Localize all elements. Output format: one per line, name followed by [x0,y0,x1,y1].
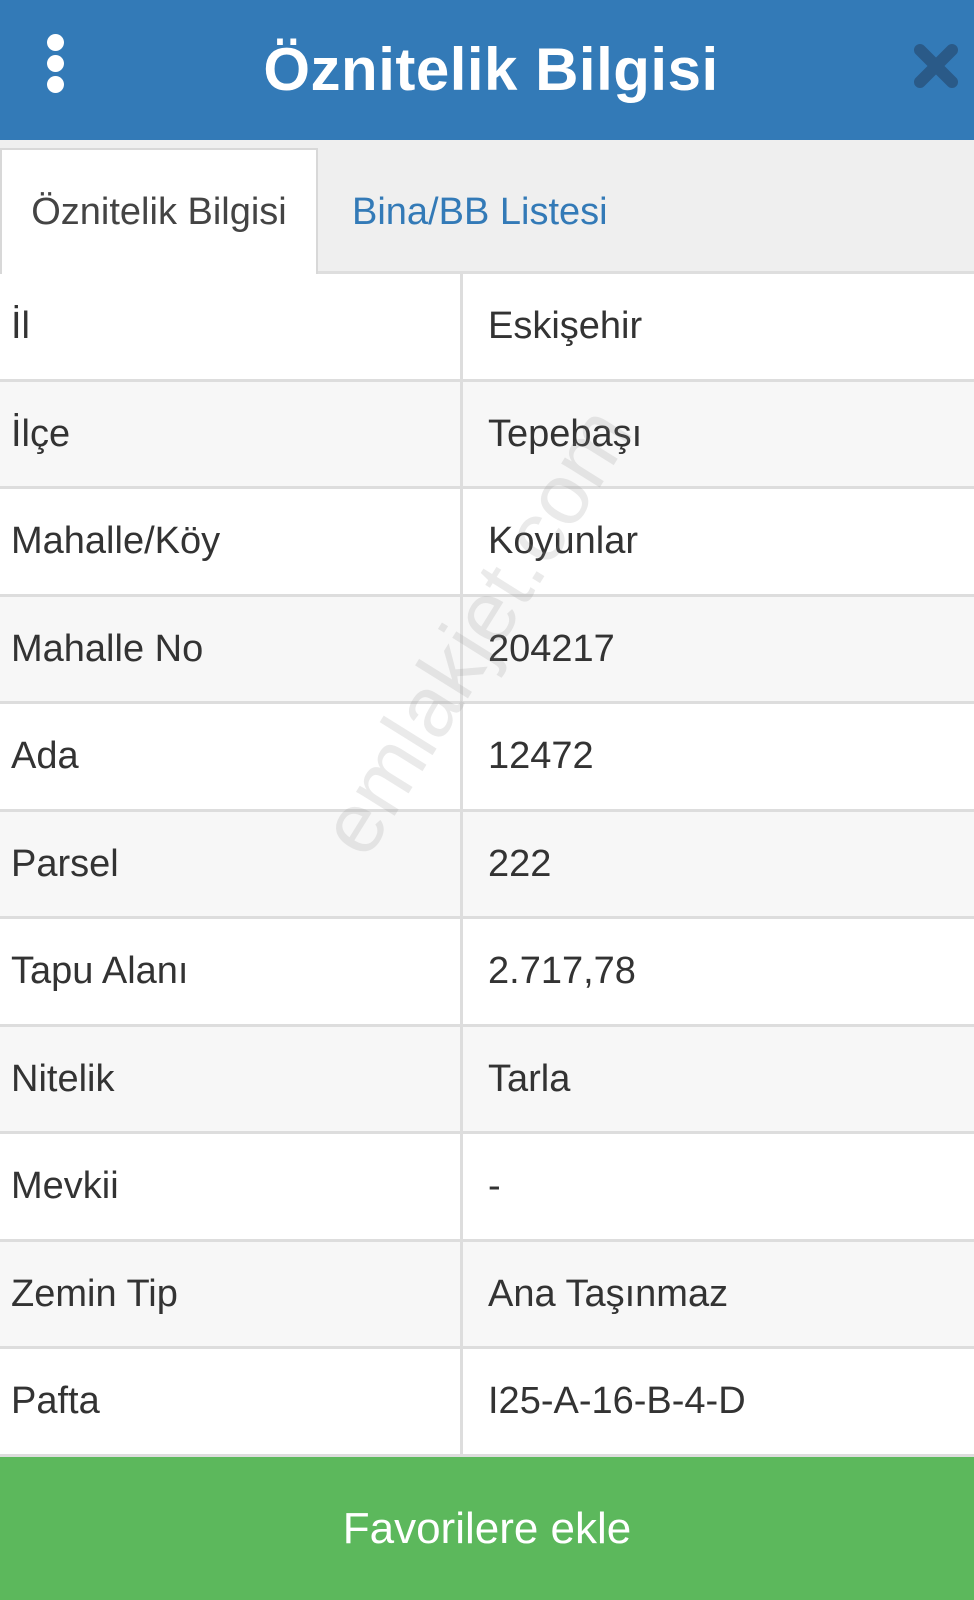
column-divider [460,919,463,1027]
table-row: Parsel 222 [0,811,974,919]
table-row: Pafta I25-A-16-B-4-D [0,1349,974,1457]
table-row: İl Eskişehir [0,274,974,382]
column-divider [460,1134,463,1242]
table-row: İlçe Tepebaşı [0,381,974,489]
column-divider [460,1349,463,1457]
row-value: - [488,1165,501,1207]
row-label: Nitelik [11,1057,115,1100]
column-divider [460,811,463,919]
row-value: 222 [488,842,552,885]
attribute-info-screen: Öznitelik Bilgisi Öznitelik Bilgisi Bina… [0,0,974,1600]
row-label: Tapu Alanı [11,950,189,992]
column-divider [460,489,463,597]
row-value: Tarla [488,1057,571,1100]
table-row: Ada 12472 [0,704,974,812]
row-label: İl [11,305,30,347]
row-value: Ana Taşınmaz [488,1272,729,1315]
row-value: I25-A-16-B-4-D [488,1380,746,1422]
column-divider [460,596,463,704]
column-divider [460,1026,463,1134]
row-label: Pafta [11,1380,100,1422]
row-value: 204217 [488,627,615,670]
row-value: Eskişehir [488,305,643,347]
table-row: Tapu Alanı 2.717,78 [0,919,974,1027]
close-icon[interactable] [912,42,960,90]
column-divider [460,274,463,382]
page-title: Öznitelik Bilgisi [263,36,719,103]
add-to-favorites-button[interactable]: Favorilere ekle [0,1457,974,1600]
row-label: Parsel [11,842,119,885]
row-value: Koyunlar [488,520,638,562]
row-label: Mevkii [11,1165,119,1207]
tab-building-list[interactable]: Bina/BB Listesi [352,150,608,274]
row-label: Ada [11,735,79,777]
table-row: Nitelik Tarla [0,1026,974,1134]
tab-bar: Öznitelik Bilgisi Bina/BB Listesi [0,140,974,277]
column-divider [460,704,463,812]
row-label: Mahalle/Köy [11,520,221,562]
table-row: Mahalle No 204217 [0,596,974,704]
row-value: 2.717,78 [488,950,636,992]
row-value: 12472 [488,735,594,777]
row-label: Zemin Tip [11,1272,178,1315]
row-value: Tepebaşı [488,412,643,455]
attribute-table: İl Eskişehir İlçe Tepebaşı Mahalle/Köy K… [0,274,974,1457]
column-divider [460,1241,463,1349]
table-row: Mahalle/Köy Koyunlar [0,489,974,597]
row-label: İlçe [11,412,71,455]
table-row: Mevkii - [0,1134,974,1242]
tab-attribute-info[interactable]: Öznitelik Bilgisi [0,148,318,277]
column-divider [460,381,463,489]
table-row: Zemin Tip Ana Taşınmaz [0,1241,974,1349]
row-label: Mahalle No [11,627,204,670]
header-bar: Öznitelik Bilgisi [0,0,974,140]
